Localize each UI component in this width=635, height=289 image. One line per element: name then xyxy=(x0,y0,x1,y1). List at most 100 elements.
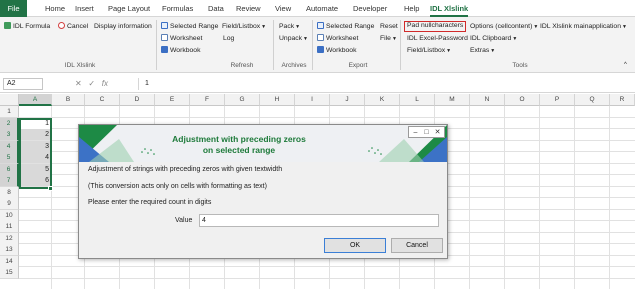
row-header-14[interactable]: 14 xyxy=(0,255,19,268)
column-header-c[interactable]: C xyxy=(85,94,120,106)
refresh-worksheet-label: Worksheet xyxy=(170,35,203,42)
column-header-g[interactable]: G xyxy=(225,94,260,106)
idl-formula-label: IDL Formula xyxy=(13,23,51,30)
export-workbook-button[interactable]: Workbook xyxy=(317,46,356,56)
row-header-15[interactable]: 15 xyxy=(0,267,19,279)
refresh-worksheet-button[interactable]: Worksheet xyxy=(161,34,202,44)
options-cellcontent-dropdown[interactable]: Options (cellcontent)▼ xyxy=(470,22,538,32)
row-header-11[interactable]: 11 xyxy=(0,221,19,233)
dialog-title: Adjustment with preceding zeros on selec… xyxy=(139,134,339,156)
ok-button[interactable]: OK xyxy=(324,238,386,253)
workbook-icon xyxy=(161,46,168,53)
unpack-dropdown[interactable]: Unpack▼ xyxy=(279,34,308,44)
row-header-12[interactable]: 12 xyxy=(0,232,19,245)
display-information-button[interactable]: Display information xyxy=(94,22,152,32)
value-input[interactable]: 4 xyxy=(199,214,439,227)
idl-xlslink-mainapplication-dropdown[interactable]: IDL Xlslink mainapplication▼ xyxy=(540,22,627,32)
idl-formula-button[interactable]: IDL Formula xyxy=(4,22,50,32)
column-header-j[interactable]: J xyxy=(330,94,365,106)
row-header-13[interactable]: 13 xyxy=(0,244,19,256)
export-workbook-label: Workbook xyxy=(326,47,357,54)
tab-home[interactable]: Home xyxy=(45,0,65,17)
chevron-down-icon: ▼ xyxy=(490,48,496,54)
column-header-e[interactable]: E xyxy=(155,94,190,106)
column-header-o[interactable]: O xyxy=(505,94,540,106)
field-listbox-dropdown[interactable]: Field/Listbox▼ xyxy=(222,22,266,32)
file-label: File xyxy=(380,35,391,42)
file-dropdown[interactable]: File▼ xyxy=(380,34,397,44)
row-header-9[interactable]: 9 xyxy=(0,198,19,210)
row-header-1[interactable]: 1 xyxy=(0,106,19,118)
ribbon-separator xyxy=(400,20,401,70)
row-header-7[interactable]: 7 xyxy=(0,175,19,187)
column-header-m[interactable]: M xyxy=(435,94,470,106)
maximize-icon[interactable]: □ xyxy=(422,128,431,137)
idl-clipboard-dropdown[interactable]: IDL Clipboard▼ xyxy=(470,34,517,44)
column-header-q[interactable]: Q xyxy=(575,94,610,106)
column-header-h[interactable]: H xyxy=(260,94,295,106)
tab-page-layout[interactable]: Page Layout xyxy=(108,0,150,17)
column-header-k[interactable]: K xyxy=(365,94,400,106)
row-header-4[interactable]: 4 xyxy=(0,140,19,153)
column-header-f[interactable]: F xyxy=(190,94,225,106)
column-header-r[interactable]: R xyxy=(610,94,635,106)
tab-insert[interactable]: Insert xyxy=(75,0,94,17)
close-icon[interactable]: ✕ xyxy=(433,128,442,137)
row-header-3[interactable]: 3 xyxy=(0,129,19,141)
row-header-10[interactable]: 10 xyxy=(0,209,19,222)
extras-dropdown[interactable]: Extras▼ xyxy=(470,46,495,56)
refresh-selected-range-label: Selected Range xyxy=(170,23,219,30)
row-header-5[interactable]: 5 xyxy=(0,152,19,164)
minimize-icon[interactable]: – xyxy=(411,128,420,137)
refresh-workbook-label: Workbook xyxy=(170,47,201,54)
cancel-button[interactable]: Cancel xyxy=(391,238,443,253)
row-header-6[interactable]: 6 xyxy=(0,163,19,176)
refresh-selected-range-button[interactable]: Selected Range xyxy=(161,22,218,32)
log-button[interactable]: Log xyxy=(223,34,234,44)
refresh-workbook-button[interactable]: Workbook xyxy=(161,46,200,56)
tab-developer[interactable]: Developer xyxy=(353,0,387,17)
export-worksheet-button[interactable]: Worksheet xyxy=(317,34,358,44)
tab-help[interactable]: Help xyxy=(404,0,419,17)
reset-button[interactable]: Reset xyxy=(380,22,398,32)
chevron-down-icon: ▼ xyxy=(533,24,539,30)
check-icon[interactable]: ✓ xyxy=(88,79,95,88)
tab-data[interactable]: Data xyxy=(208,0,224,17)
cancel-button[interactable]: Cancel xyxy=(58,22,88,32)
tab-automate[interactable]: Automate xyxy=(306,0,338,17)
row-header-8[interactable]: 8 xyxy=(0,186,19,199)
tab-idl-xlslink[interactable]: IDL Xlslink xyxy=(430,0,469,17)
name-box[interactable]: A2 xyxy=(3,78,43,90)
tab-file[interactable]: File xyxy=(0,0,27,17)
row-header-2[interactable]: 2 xyxy=(0,117,19,130)
log-label: Log xyxy=(223,35,235,42)
tab-formulas[interactable]: Formulas xyxy=(162,0,193,17)
column-header-a[interactable]: A xyxy=(19,94,52,106)
ribbon-tab-bar: File Home Insert Page Layout Formulas Da… xyxy=(0,0,635,17)
tools-field-listbox-dropdown[interactable]: Field/Listbox▼ xyxy=(407,46,451,56)
column-header-d[interactable]: D xyxy=(120,94,155,106)
idl-formula-icon xyxy=(4,22,11,29)
select-all-corner[interactable] xyxy=(0,94,19,106)
value-label: Value xyxy=(175,217,193,224)
collapse-ribbon-icon[interactable]: ^ xyxy=(624,60,627,70)
column-header-p[interactable]: P xyxy=(540,94,575,106)
group-label-export: Export xyxy=(348,62,368,69)
group-label-refresh: Refresh xyxy=(230,62,254,69)
formula-input[interactable]: 1 xyxy=(138,78,632,90)
column-header-n[interactable]: N xyxy=(470,94,505,106)
pack-dropdown[interactable]: Pack▼ xyxy=(279,22,300,32)
pad-nullcharacters-button[interactable]: Pad nullcharacters xyxy=(404,21,467,32)
column-header-b[interactable]: B xyxy=(52,94,85,106)
fill-handle[interactable] xyxy=(48,186,53,191)
column-header-l[interactable]: L xyxy=(400,94,435,106)
extras-label: Extras xyxy=(470,47,490,54)
cancel-icon xyxy=(58,22,65,29)
close-icon[interactable]: ✕ xyxy=(75,79,82,88)
tab-view[interactable]: View xyxy=(275,0,291,17)
column-header-i[interactable]: I xyxy=(295,94,330,106)
fx-label[interactable]: fx xyxy=(102,79,108,88)
idl-excel-password-button[interactable]: IDL Excel-Password xyxy=(407,34,468,44)
tab-review[interactable]: Review xyxy=(236,0,261,17)
export-selected-range-button[interactable]: Selected Range xyxy=(317,22,374,32)
